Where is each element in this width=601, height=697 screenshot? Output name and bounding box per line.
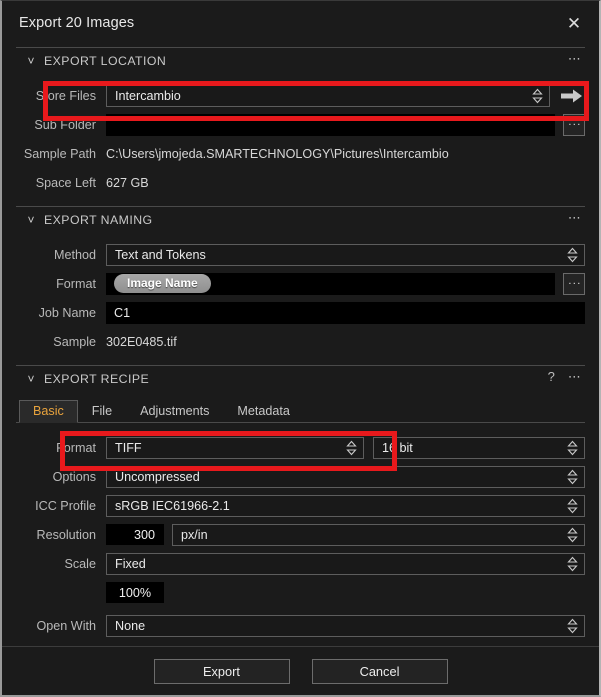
icc-profile-value: sRGB IEC61966-2.1 — [115, 498, 230, 513]
options-label: Options — [52, 469, 96, 484]
ellipsis-icon[interactable]: ⋯ — [568, 211, 582, 224]
open-with-label: Open With — [36, 618, 97, 633]
resolution-unit-value: px/in — [181, 527, 208, 542]
export-button[interactable]: Export — [153, 658, 290, 684]
resolution-unit-select[interactable]: px/in — [172, 523, 585, 546]
space-left-value: 627 GB — [106, 175, 149, 190]
stepper-icon[interactable] — [567, 439, 578, 457]
recipe-format-value: TIFF — [115, 440, 142, 455]
sub-folder-label: Sub Folder — [34, 117, 96, 132]
token-image-name[interactable]: Image Name — [114, 274, 211, 293]
sample-path-value: C:\Users\jmojeda.SMARTECHNOLOGY\Pictures… — [106, 146, 449, 161]
title-bar: Export 20 Images ✕ — [2, 1, 599, 45]
tab-metadata[interactable]: Metadata — [223, 400, 304, 422]
scale-select[interactable]: Fixed — [106, 552, 585, 575]
naming-format-label: Format — [56, 276, 96, 291]
sub-folder-input[interactable] — [106, 113, 555, 136]
row-naming-method: Method Text and Tokens — [16, 242, 585, 267]
row-scale: Scale Fixed — [16, 551, 585, 576]
stepper-icon[interactable] — [567, 246, 578, 264]
section-header-export-recipe[interactable]: ˅ EXPORT RECIPE ? ⋯ — [16, 365, 585, 392]
scale-value: Fixed — [115, 556, 146, 571]
row-scale-percent: 100% — [16, 580, 585, 605]
stepper-icon[interactable] — [346, 439, 357, 457]
bit-depth-value: 16 bit — [382, 440, 413, 455]
chevron-down-icon[interactable]: ˅ — [18, 55, 44, 67]
store-files-value: Intercambio — [115, 88, 181, 103]
ellipsis-icon: ... — [568, 116, 582, 128]
naming-format-field[interactable]: Image Name — [106, 272, 555, 295]
dialog-body: ˅ EXPORT LOCATION ⋯ Store Files Intercam… — [2, 47, 599, 638]
page-title: Export 20 Images — [19, 15, 135, 31]
arrow-right-icon[interactable] — [559, 85, 585, 107]
row-open-with: Open With None — [16, 613, 585, 638]
stepper-icon[interactable] — [567, 555, 578, 573]
row-space-left: Space Left 627 GB — [16, 170, 585, 195]
method-select[interactable]: Text and Tokens — [106, 243, 585, 266]
stepper-icon[interactable] — [567, 617, 578, 635]
options-select[interactable]: Uncompressed — [106, 465, 585, 488]
ellipsis-icon[interactable]: ⋯ — [568, 370, 582, 383]
chevron-down-icon[interactable]: ˅ — [18, 214, 44, 226]
stepper-icon[interactable] — [532, 87, 543, 105]
open-with-value: None — [115, 618, 146, 633]
sample-path-label: Sample Path — [23, 146, 96, 161]
tab-adjustments[interactable]: Adjustments — [126, 400, 223, 422]
tab-basic[interactable]: Basic — [19, 400, 78, 423]
row-sub-folder: Sub Folder ... — [16, 112, 585, 137]
row-store-files: Store Files Intercambio — [16, 83, 585, 108]
naming-sample-label: Sample — [53, 334, 96, 349]
sub-folder-browse-button[interactable]: ... — [563, 113, 585, 136]
export-dialog: Export 20 Images ✕ ˅ EXPORT LOCATION ⋯ S… — [0, 0, 601, 697]
store-files-select[interactable]: Intercambio — [106, 84, 550, 107]
scale-label: Scale — [64, 556, 96, 571]
resolution-input[interactable]: 300 — [106, 524, 164, 545]
dialog-footer: Export Cancel — [2, 646, 599, 695]
resolution-label: Resolution — [36, 527, 96, 542]
open-with-select[interactable]: None — [106, 614, 585, 637]
row-naming-format: Format Image Name ... — [16, 271, 585, 296]
row-job-name: Job Name C1 — [16, 300, 585, 325]
store-files-label: Store Files — [35, 88, 96, 103]
cancel-button[interactable]: Cancel — [311, 658, 448, 684]
section-title: EXPORT LOCATION — [44, 54, 167, 68]
naming-sample-value: 302E0485.tif — [106, 334, 177, 349]
options-value: Uncompressed — [115, 469, 200, 484]
row-resolution: Resolution 300 px/in — [16, 522, 585, 547]
stepper-icon[interactable] — [567, 497, 578, 515]
icc-profile-label: ICC Profile — [35, 498, 96, 513]
space-left-label: Space Left — [35, 175, 96, 190]
chevron-down-icon[interactable]: ˅ — [18, 373, 44, 385]
close-icon[interactable]: ✕ — [561, 11, 587, 35]
row-sample-path: Sample Path C:\Users\jmojeda.SMARTECHNOL… — [16, 141, 585, 166]
row-icc-profile: ICC Profile sRGB IEC61966-2.1 — [16, 493, 585, 518]
method-label: Method — [53, 247, 96, 262]
recipe-format-label: Format — [56, 440, 96, 455]
question-mark-icon[interactable]: ? — [548, 370, 555, 383]
stepper-icon[interactable] — [567, 468, 578, 486]
scale-percent-input[interactable]: 100% — [106, 582, 164, 603]
section-header-export-location[interactable]: ˅ EXPORT LOCATION ⋯ — [16, 47, 585, 74]
job-name-input[interactable]: C1 — [106, 301, 585, 324]
stepper-icon[interactable] — [567, 526, 578, 544]
section-header-export-naming[interactable]: ˅ EXPORT NAMING ⋯ — [16, 206, 585, 233]
naming-format-browse-button[interactable]: ... — [563, 272, 585, 295]
row-recipe-format: Format TIFF 16 bit — [16, 435, 585, 460]
job-name-label: Job Name — [38, 305, 96, 320]
recipe-tabs: Basic File Adjustments Metadata — [16, 398, 585, 423]
method-value: Text and Tokens — [115, 247, 206, 262]
section-title: EXPORT NAMING — [44, 213, 153, 227]
ellipsis-icon: ... — [568, 275, 582, 287]
ellipsis-icon[interactable]: ⋯ — [568, 52, 582, 65]
bit-depth-select[interactable]: 16 bit — [373, 436, 585, 459]
section-title: EXPORT RECIPE — [44, 372, 150, 386]
row-naming-sample: Sample 302E0485.tif — [16, 329, 585, 354]
row-options: Options Uncompressed — [16, 464, 585, 489]
icc-profile-select[interactable]: sRGB IEC61966-2.1 — [106, 494, 585, 517]
recipe-format-select[interactable]: TIFF — [106, 436, 364, 459]
tab-file[interactable]: File — [78, 400, 126, 422]
